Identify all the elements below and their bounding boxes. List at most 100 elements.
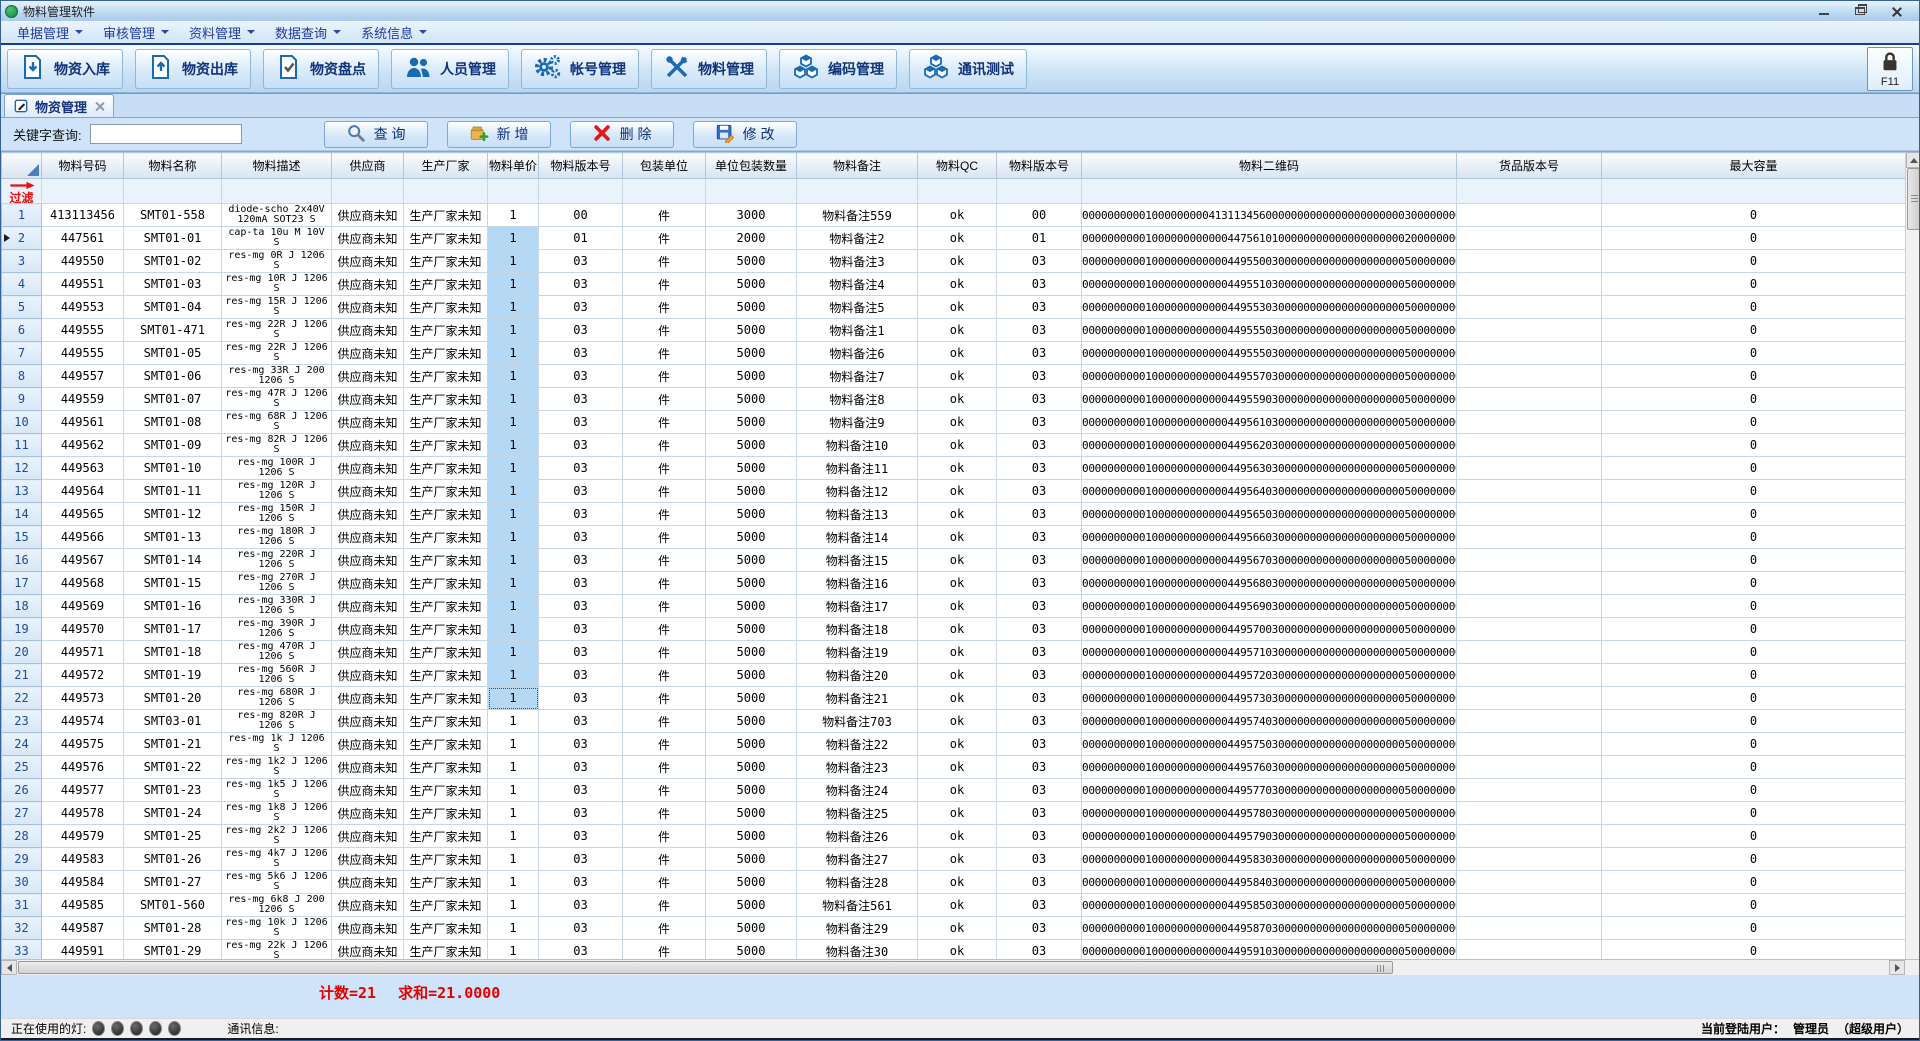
cell-manufacturer[interactable]: 生产厂家未知 bbox=[404, 687, 488, 710]
cell-goods-version[interactable] bbox=[1457, 825, 1602, 848]
cell-material-code[interactable]: 449555 bbox=[42, 342, 124, 365]
cell-package-qty[interactable]: 5000 bbox=[706, 618, 797, 641]
row-number[interactable]: 7 bbox=[2, 342, 42, 365]
cell-material-name[interactable]: SMT01-20 bbox=[124, 687, 222, 710]
cell-material-desc[interactable]: res-mg 22R J 1206 S bbox=[222, 342, 332, 365]
cell-material-qrcode[interactable]: 0000000000100000000000044956903000000000… bbox=[1082, 595, 1457, 618]
cell-package-qty[interactable]: 5000 bbox=[706, 434, 797, 457]
cell-goods-version[interactable] bbox=[1457, 457, 1602, 480]
cell-material-code[interactable]: 449551 bbox=[42, 273, 124, 296]
cell-package-qty[interactable]: 5000 bbox=[706, 388, 797, 411]
cell-material-remark[interactable]: 物料备注18 bbox=[797, 618, 918, 641]
cell-unit-price[interactable]: 1 bbox=[488, 319, 539, 342]
cell-material-name[interactable]: SMT03-01 bbox=[124, 710, 222, 733]
cell-material-version-2[interactable]: 03 bbox=[997, 319, 1082, 342]
cell-supplier[interactable]: 供应商未知 bbox=[332, 848, 404, 871]
cell-package-qty[interactable]: 5000 bbox=[706, 664, 797, 687]
cell-unit-price[interactable]: 1 bbox=[488, 250, 539, 273]
cell-material-qrcode[interactable]: 0000000000100000000000044955003000000000… bbox=[1082, 250, 1457, 273]
row-number[interactable]: 19 bbox=[2, 618, 42, 641]
cell-max-capacity[interactable]: 0 bbox=[1602, 296, 1906, 319]
cell-package-unit[interactable]: 件 bbox=[623, 733, 706, 756]
cell-package-unit[interactable]: 件 bbox=[623, 687, 706, 710]
row-number[interactable]: 6 bbox=[2, 319, 42, 342]
cell-max-capacity[interactable]: 0 bbox=[1602, 802, 1906, 825]
cell-package-unit[interactable]: 件 bbox=[623, 848, 706, 871]
cell-unit-price[interactable]: 1 bbox=[488, 273, 539, 296]
cell-material-desc[interactable]: res-mg 1k8 J 1206 S bbox=[222, 802, 332, 825]
cell-max-capacity[interactable]: 0 bbox=[1602, 572, 1906, 595]
col-header-material-qrcode[interactable]: 物料二维码 bbox=[1082, 153, 1457, 179]
cell-material-desc[interactable]: res-mg 220R J 1206 S bbox=[222, 549, 332, 572]
scroll-up-arrow-icon[interactable] bbox=[1906, 152, 1920, 168]
cell-material-qc[interactable]: ok bbox=[918, 733, 997, 756]
cell-goods-version[interactable] bbox=[1457, 687, 1602, 710]
cell-material-qrcode[interactable]: 0000000000100000000000044957003000000000… bbox=[1082, 618, 1457, 641]
cell-supplier[interactable]: 供应商未知 bbox=[332, 779, 404, 802]
cell-manufacturer[interactable]: 生产厂家未知 bbox=[404, 227, 488, 250]
cell-material-name[interactable]: SMT01-07 bbox=[124, 388, 222, 411]
cell-material-desc[interactable]: res-mg 5k6 J 1206 S bbox=[222, 871, 332, 894]
row-number[interactable]: 31 bbox=[2, 894, 42, 917]
menu-item-1[interactable]: 审核管理 bbox=[93, 21, 179, 44]
cell-material-remark[interactable]: 物料备注8 bbox=[797, 388, 918, 411]
cell-material-qrcode[interactable]: 0000000000100000000000044958503000000000… bbox=[1082, 894, 1457, 917]
cell-material-version[interactable]: 03 bbox=[539, 296, 623, 319]
cell-supplier[interactable]: 供应商未知 bbox=[332, 411, 404, 434]
cell-material-name[interactable]: SMT01-558 bbox=[124, 204, 222, 227]
col-header-material-qc[interactable]: 物料QC bbox=[918, 153, 997, 179]
cell-unit-price[interactable]: 1 bbox=[488, 411, 539, 434]
cell-material-qrcode[interactable]: 0000000000100000000000044957403000000000… bbox=[1082, 710, 1457, 733]
cell-unit-price[interactable]: 1 bbox=[488, 618, 539, 641]
cell-max-capacity[interactable]: 0 bbox=[1602, 273, 1906, 296]
cell-material-version[interactable]: 03 bbox=[539, 733, 623, 756]
filter-cell-package-qty[interactable] bbox=[706, 179, 797, 204]
row-number[interactable]: 20 bbox=[2, 641, 42, 664]
cell-material-code[interactable]: 449562 bbox=[42, 434, 124, 457]
row-number[interactable]: 27 bbox=[2, 802, 42, 825]
cell-package-qty[interactable]: 5000 bbox=[706, 457, 797, 480]
cell-material-remark[interactable]: 物料备注3 bbox=[797, 250, 918, 273]
col-header-material-desc[interactable]: 物料描述 bbox=[222, 153, 332, 179]
cell-material-qc[interactable]: ok bbox=[918, 687, 997, 710]
cell-material-remark[interactable]: 物料备注26 bbox=[797, 825, 918, 848]
cell-material-remark[interactable]: 物料备注14 bbox=[797, 526, 918, 549]
cell-package-unit[interactable]: 件 bbox=[623, 204, 706, 227]
cell-material-code[interactable]: 449584 bbox=[42, 871, 124, 894]
cell-material-version[interactable]: 03 bbox=[539, 802, 623, 825]
cell-goods-version[interactable] bbox=[1457, 664, 1602, 687]
cell-material-name[interactable]: SMT01-14 bbox=[124, 549, 222, 572]
cell-package-qty[interactable]: 5000 bbox=[706, 917, 797, 940]
cell-material-remark[interactable]: 物料备注2 bbox=[797, 227, 918, 250]
scroll-left-arrow-icon[interactable] bbox=[1, 960, 17, 975]
cell-max-capacity[interactable]: 0 bbox=[1602, 250, 1906, 273]
cell-material-remark[interactable]: 物料备注24 bbox=[797, 779, 918, 802]
cell-supplier[interactable]: 供应商未知 bbox=[332, 756, 404, 779]
cell-material-code[interactable]: 449573 bbox=[42, 687, 124, 710]
cell-material-code[interactable]: 449585 bbox=[42, 894, 124, 917]
row-number[interactable]: 5 bbox=[2, 296, 42, 319]
cell-material-qc[interactable]: ok bbox=[918, 342, 997, 365]
cell-material-version-2[interactable]: 03 bbox=[997, 848, 1082, 871]
cell-material-qrcode[interactable]: 0000000000100000000000044955903000000000… bbox=[1082, 388, 1457, 411]
cell-package-qty[interactable]: 5000 bbox=[706, 687, 797, 710]
cell-material-qrcode[interactable]: 0000000000100000000000044756101000000000… bbox=[1082, 227, 1457, 250]
cell-material-version[interactable]: 03 bbox=[539, 848, 623, 871]
cell-package-qty[interactable]: 5000 bbox=[706, 779, 797, 802]
cell-manufacturer[interactable]: 生产厂家未知 bbox=[404, 595, 488, 618]
cell-material-version[interactable]: 03 bbox=[539, 319, 623, 342]
cell-manufacturer[interactable]: 生产厂家未知 bbox=[404, 319, 488, 342]
cell-material-qrcode[interactable]: 0000000000100000000000044957603000000000… bbox=[1082, 756, 1457, 779]
row-number[interactable]: 2 bbox=[2, 227, 42, 250]
account-management-button[interactable]: 帐号管理 bbox=[521, 49, 639, 89]
cell-material-qc[interactable]: ok bbox=[918, 365, 997, 388]
cell-material-version-2[interactable]: 03 bbox=[997, 457, 1082, 480]
cell-max-capacity[interactable]: 0 bbox=[1602, 480, 1906, 503]
cell-material-code[interactable]: 449570 bbox=[42, 618, 124, 641]
cell-material-qc[interactable]: ok bbox=[918, 572, 997, 595]
cell-material-remark[interactable]: 物料备注5 bbox=[797, 296, 918, 319]
cell-goods-version[interactable] bbox=[1457, 756, 1602, 779]
minimize-button[interactable] bbox=[1813, 3, 1835, 19]
cell-material-name[interactable]: SMT01-11 bbox=[124, 480, 222, 503]
cell-package-unit[interactable]: 件 bbox=[623, 802, 706, 825]
